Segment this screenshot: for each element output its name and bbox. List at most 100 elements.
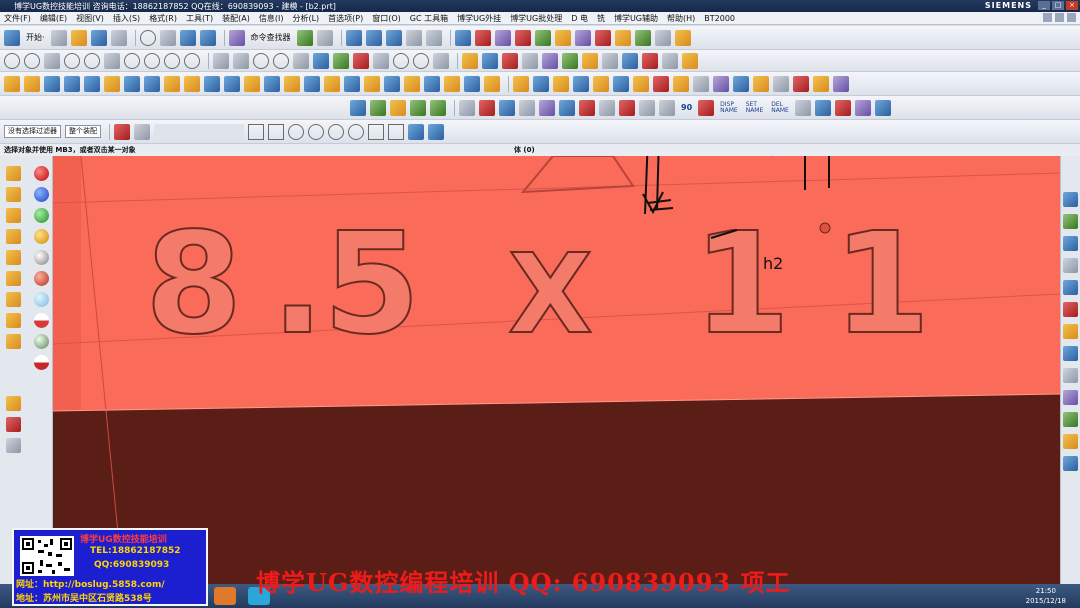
copy-icon[interactable] bbox=[159, 29, 176, 46]
reuse-library-icon[interactable] bbox=[6, 250, 21, 265]
delete-face-icon[interactable] bbox=[593, 75, 609, 92]
assembly-navigator-icon[interactable] bbox=[6, 208, 21, 223]
layer-icon[interactable] bbox=[425, 29, 442, 46]
system-materials-icon[interactable] bbox=[6, 292, 21, 307]
view-right-icon[interactable] bbox=[385, 29, 402, 46]
window-icon[interactable] bbox=[316, 29, 333, 46]
studio-surface-icon[interactable] bbox=[793, 75, 809, 92]
menu-analysis[interactable]: 分析(L) bbox=[292, 13, 319, 24]
control-point-icon[interactable] bbox=[288, 123, 304, 140]
quadrant-icon[interactable] bbox=[348, 123, 364, 140]
polygon-icon[interactable] bbox=[124, 52, 140, 69]
slot-icon[interactable] bbox=[204, 75, 220, 92]
csys-icon[interactable] bbox=[474, 29, 491, 46]
rotate-view-icon[interactable] bbox=[659, 99, 675, 116]
datum-plane-icon[interactable] bbox=[454, 29, 471, 46]
view-section-icon[interactable] bbox=[619, 99, 635, 116]
silver-sphere-icon[interactable] bbox=[34, 250, 49, 265]
menu-assembly[interactable]: 装配(A) bbox=[222, 13, 250, 24]
draft-icon[interactable] bbox=[364, 75, 380, 92]
snap-body-icon[interactable] bbox=[428, 123, 444, 140]
eye-icon[interactable] bbox=[814, 99, 831, 116]
resize-face-icon[interactable] bbox=[633, 75, 649, 92]
cylinder-icon[interactable] bbox=[64, 75, 80, 92]
wcs-icon[interactable] bbox=[514, 29, 531, 46]
menu-file[interactable]: 文件(F) bbox=[4, 13, 31, 24]
join-curve-icon[interactable] bbox=[353, 52, 369, 69]
shade-icon[interactable] bbox=[559, 99, 575, 116]
pocket-icon[interactable] bbox=[164, 75, 180, 92]
view-iso-icon[interactable] bbox=[405, 29, 422, 46]
unite-icon[interactable] bbox=[244, 75, 260, 92]
box-icon[interactable] bbox=[673, 75, 689, 92]
blue-sphere-icon[interactable] bbox=[34, 187, 49, 202]
green-sphere-icon[interactable] bbox=[34, 208, 49, 223]
redo-icon[interactable] bbox=[199, 29, 216, 46]
minimize-button[interactable]: _ bbox=[1038, 1, 1050, 10]
point-on-curve-icon[interactable] bbox=[388, 123, 404, 140]
hole-icon[interactable] bbox=[124, 75, 140, 92]
sphere-icon[interactable] bbox=[104, 75, 120, 92]
delete-icon[interactable] bbox=[594, 29, 611, 46]
patch-icon[interactable] bbox=[533, 75, 549, 92]
color-fill-icon[interactable] bbox=[519, 99, 535, 116]
resource-icon-12[interactable] bbox=[1063, 434, 1078, 449]
menu-window[interactable]: 窗口(O) bbox=[372, 13, 401, 24]
menu-minimize-icon[interactable] bbox=[1043, 13, 1052, 22]
end-point-icon[interactable] bbox=[248, 123, 264, 140]
arc-center-icon[interactable] bbox=[328, 123, 344, 140]
matte-sphere-icon[interactable] bbox=[34, 334, 49, 349]
fillet-curve-icon[interactable] bbox=[164, 52, 180, 69]
pad-icon[interactable] bbox=[184, 75, 200, 92]
del-name-button[interactable]: DEL NAME bbox=[771, 101, 789, 114]
menu-assist[interactable]: 博学UG辅助 bbox=[614, 13, 658, 24]
bounding-box-icon[interactable] bbox=[579, 99, 595, 116]
chamfer-icon[interactable] bbox=[324, 75, 340, 92]
emboss-icon[interactable] bbox=[653, 75, 669, 92]
pattern-feature-icon[interactable] bbox=[464, 75, 480, 92]
taskbar-app-icon[interactable] bbox=[214, 587, 236, 605]
resource-icon-10[interactable] bbox=[1063, 390, 1078, 405]
cone-icon[interactable] bbox=[84, 75, 100, 92]
sketch-trim-icon[interactable] bbox=[602, 52, 618, 69]
general-selection-icon[interactable] bbox=[114, 123, 130, 140]
roles-icon[interactable] bbox=[6, 417, 21, 432]
save-icon[interactable] bbox=[90, 29, 107, 46]
resource-icon-5[interactable] bbox=[1063, 280, 1078, 295]
clock-icon[interactable] bbox=[1063, 346, 1078, 361]
subtract-icon[interactable] bbox=[264, 75, 280, 92]
menu-restore-icon[interactable] bbox=[1055, 13, 1064, 22]
open-folder-icon[interactable] bbox=[70, 29, 87, 46]
curve-length-icon[interactable] bbox=[433, 52, 449, 69]
translucency-icon[interactable] bbox=[634, 29, 651, 46]
resource-icon-6[interactable] bbox=[1063, 302, 1078, 317]
bridge-curve-icon[interactable] bbox=[333, 52, 349, 69]
menu-plugin[interactable]: 博学UG外挂 bbox=[457, 13, 501, 24]
bottle-icon[interactable] bbox=[794, 99, 811, 116]
menu-gc-toolkit[interactable]: GC 工具箱 bbox=[410, 13, 448, 24]
tool-settings-icon[interactable] bbox=[834, 99, 851, 116]
synchronous-icon[interactable] bbox=[613, 75, 629, 92]
tube-icon[interactable] bbox=[693, 75, 709, 92]
block-icon[interactable] bbox=[44, 75, 60, 92]
sketch-extend-icon[interactable] bbox=[622, 52, 638, 69]
sew-icon[interactable] bbox=[513, 75, 529, 92]
stretch-curve-icon[interactable] bbox=[393, 52, 409, 69]
grid-snap-icon[interactable] bbox=[370, 99, 386, 116]
n-sided-surface-icon[interactable] bbox=[773, 75, 789, 92]
menu-insert[interactable]: 插入(S) bbox=[113, 13, 140, 24]
swept-icon[interactable] bbox=[713, 75, 729, 92]
sketch-finish-icon[interactable] bbox=[522, 52, 538, 69]
sketch-offset-icon[interactable] bbox=[562, 52, 578, 69]
xc-axis-icon[interactable] bbox=[390, 99, 406, 116]
edit-curve-icon[interactable] bbox=[413, 52, 429, 69]
menu-bt2000[interactable]: BT2000 bbox=[704, 14, 735, 23]
maximize-button[interactable]: □ bbox=[1052, 1, 1064, 10]
print-icon[interactable] bbox=[110, 29, 127, 46]
scope-dropdown[interactable]: 整个装配 bbox=[65, 125, 101, 138]
snap-icon[interactable] bbox=[296, 29, 313, 46]
resource-icon-13[interactable] bbox=[1063, 456, 1078, 471]
move-face-icon[interactable] bbox=[573, 75, 589, 92]
copper-sphere-icon[interactable] bbox=[34, 271, 49, 286]
ellipse-icon[interactable] bbox=[144, 52, 160, 69]
